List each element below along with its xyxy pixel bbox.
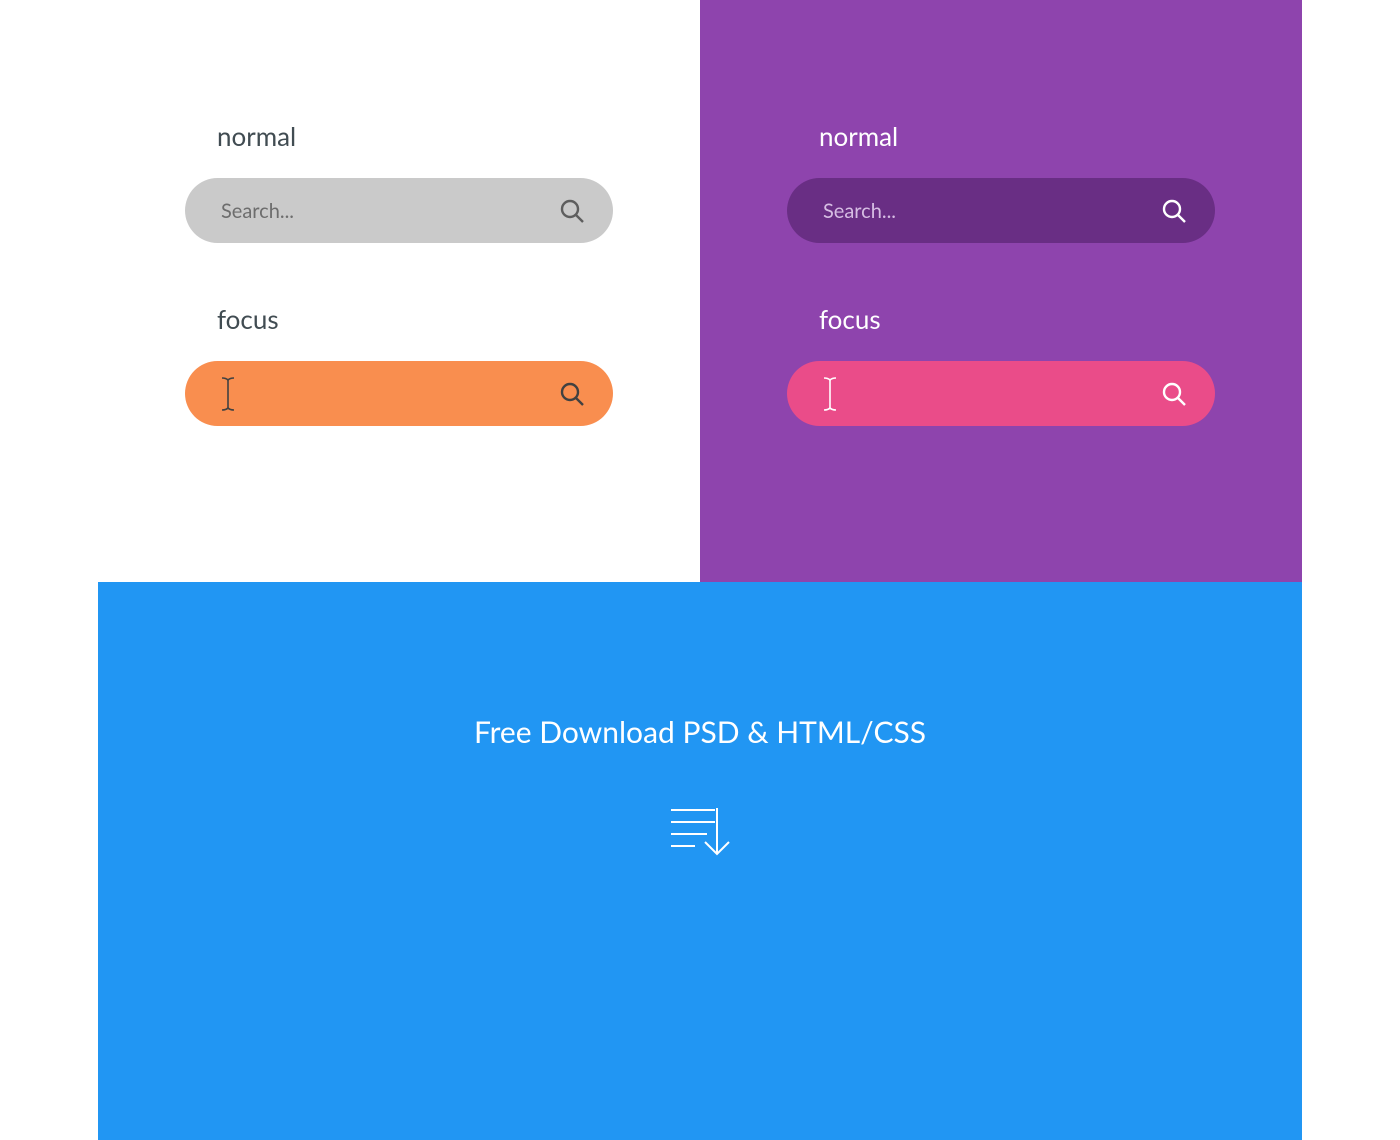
search-icon[interactable] [559,198,585,224]
state-label-normal: normal [787,120,1215,152]
search-input[interactable] [823,199,1161,223]
search-box-dark-normal[interactable] [787,178,1215,243]
text-cursor-icon [823,377,837,411]
download-document-icon[interactable] [665,798,735,868]
search-icon[interactable] [559,381,585,407]
search-states-showcase: normal focus [98,0,1302,582]
state-label-normal: normal [185,120,613,152]
search-input[interactable] [221,199,559,223]
search-box-light-normal[interactable] [185,178,613,243]
search-input[interactable] [243,382,559,406]
search-box-dark-focus[interactable] [787,361,1215,426]
search-input[interactable] [845,382,1161,406]
dark-theme-column: normal focus [700,0,1302,582]
search-icon[interactable] [1161,198,1187,224]
download-title: Free Download PSD & HTML/CSS [474,714,926,750]
state-label-focus: focus [787,303,1215,335]
text-cursor-icon [221,377,235,411]
search-icon[interactable] [1161,381,1187,407]
search-box-light-focus[interactable] [185,361,613,426]
light-theme-column: normal focus [98,0,700,582]
download-panel: Free Download PSD & HTML/CSS [98,582,1302,1140]
state-label-focus: focus [185,303,613,335]
